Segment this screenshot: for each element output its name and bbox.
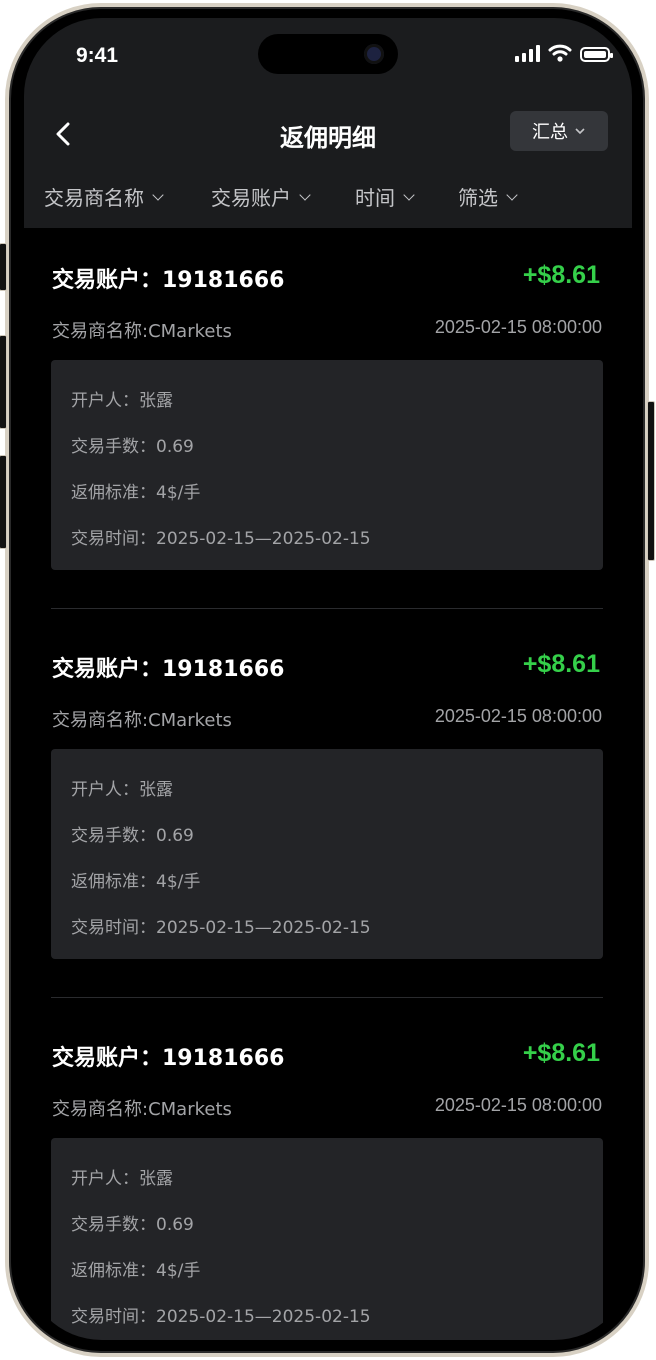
volume-down-button [0,455,7,549]
record-timestamp: 2025-02-15 08:00:00 [434,317,602,337]
rebate-record-card[interactable]: 交易账户：19181666 +$8.61 交易商名称:CMarkets 2025… [24,1006,632,1340]
chevron-down-icon [299,188,311,201]
rebate-amount: +$8.61 [522,1039,600,1067]
trade-lots: 交易手数：0.69 [71,826,194,846]
record-detail-panel: 开户人：张露 交易手数：0.69 返佣标准：4$/手 交易时间：2025-02-… [51,360,603,570]
battery-icon [580,47,613,62]
status-time: 9:41 [76,44,119,67]
broker-name: 交易商名称:CMarkets [52,1099,232,1120]
filter-bar: 交易商名称 交易账户 时间 筛选 [24,174,632,228]
account-opener: 开户人：张露 [71,1169,173,1189]
status-icons [515,44,613,62]
trade-period: 交易时间：2025-02-15—2025-02-15 [71,1307,371,1327]
trade-lots: 交易手数：0.69 [71,1215,194,1235]
filter-label: 筛选 [458,186,498,210]
status-bar: 9:41 [24,18,632,98]
filter-trading-account[interactable]: 交易账户 [211,182,311,211]
filter-time[interactable]: 时间 [355,182,415,211]
nav-bar: 返佣明细 汇总 [24,98,632,174]
trading-account: 交易账户：19181666 [52,657,285,682]
record-timestamp: 2025-02-15 08:00:00 [434,1095,602,1115]
trading-account: 交易账户：19181666 [52,268,285,293]
filter-broker-name[interactable]: 交易商名称 [44,182,164,211]
card-divider [51,997,603,998]
broker-name: 交易商名称:CMarkets [52,321,232,342]
filter-label: 交易账户 [211,186,291,210]
trade-lots: 交易手数：0.69 [71,437,194,457]
trade-period: 交易时间：2025-02-15—2025-02-15 [71,529,371,549]
cellular-signal-icon [515,44,540,62]
camera-icon [364,44,384,64]
power-button [647,401,655,561]
chevron-down-icon [575,128,585,135]
rebate-amount: +$8.61 [522,261,600,289]
volume-up-button [0,335,7,429]
trading-account: 交易账户：19181666 [52,1046,285,1071]
filter-label: 交易商名称 [44,186,144,210]
rebate-standard: 返佣标准：4$/手 [71,1261,201,1281]
action-button [0,243,7,291]
app-screen: 9:41 返佣明细 汇总 交易商名称 交易账户 时间 筛选 交易账户：19181… [24,18,632,1340]
rebate-record-list: 交易账户：19181666 +$8.61 交易商名称:CMarkets 2025… [24,228,632,1340]
filter-label: 时间 [355,186,395,210]
chevron-down-icon [506,188,518,201]
wifi-icon [548,44,572,62]
record-timestamp: 2025-02-15 08:00:00 [434,706,602,726]
account-opener: 开户人：张露 [71,391,173,411]
broker-name: 交易商名称:CMarkets [52,710,232,731]
filter-more[interactable]: 筛选 [458,182,518,211]
card-divider [51,608,603,609]
chevron-down-icon [403,188,415,201]
account-opener: 开户人：张露 [71,780,173,800]
trade-period: 交易时间：2025-02-15—2025-02-15 [71,918,371,938]
rebate-record-card[interactable]: 交易账户：19181666 +$8.61 交易商名称:CMarkets 2025… [24,228,632,617]
rebate-amount: +$8.61 [522,650,600,678]
summary-dropdown-button[interactable]: 汇总 [510,111,608,151]
rebate-standard: 返佣标准：4$/手 [71,872,201,892]
summary-button-label: 汇总 [532,122,568,143]
record-detail-panel: 开户人：张露 交易手数：0.69 返佣标准：4$/手 交易时间：2025-02-… [51,749,603,959]
chevron-down-icon [152,188,164,201]
rebate-standard: 返佣标准：4$/手 [71,483,201,503]
rebate-record-card[interactable]: 交易账户：19181666 +$8.61 交易商名称:CMarkets 2025… [24,617,632,1006]
record-detail-panel: 开户人：张露 交易手数：0.69 返佣标准：4$/手 交易时间：2025-02-… [51,1138,603,1340]
dynamic-island [258,34,398,74]
